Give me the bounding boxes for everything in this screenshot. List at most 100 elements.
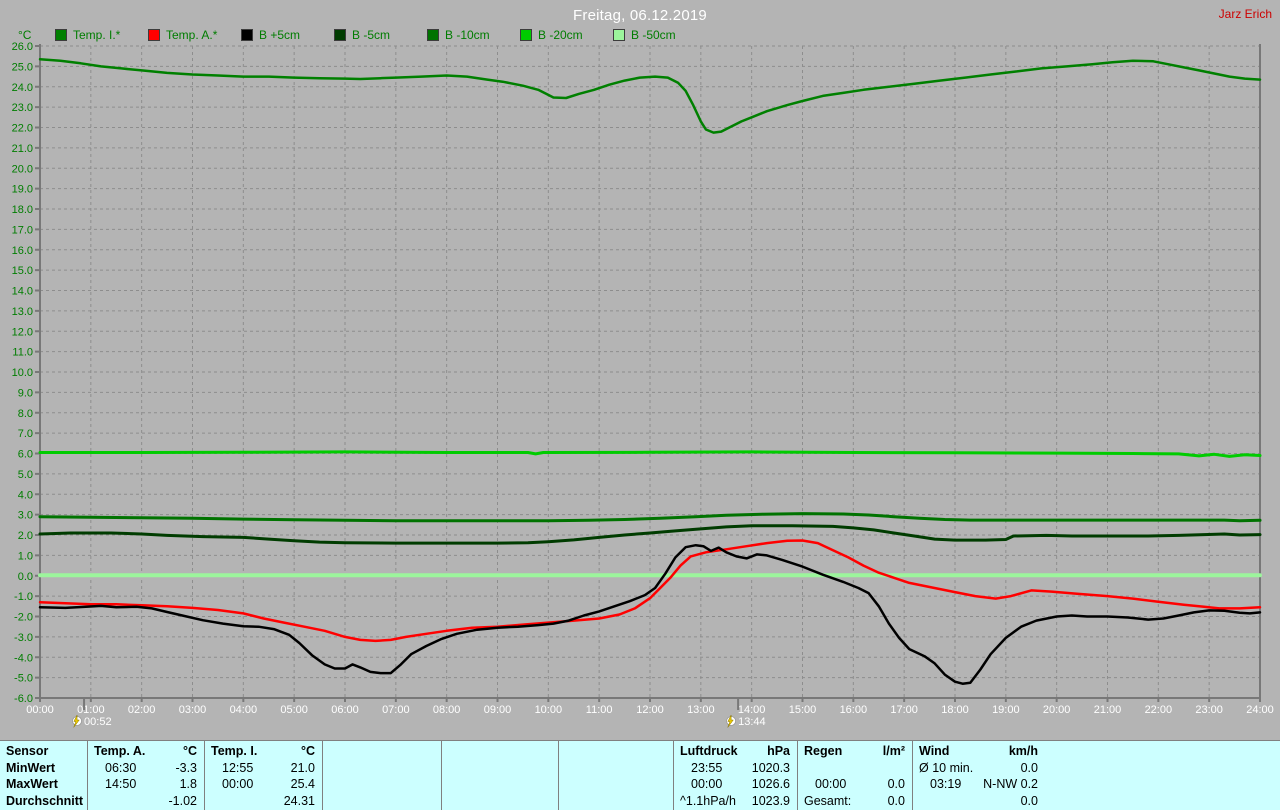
x-tick-label: 24:00 [1246,704,1274,716]
table-column-6: Luftdruck hPa 23:55 1020.3 00:00 1026.6 ^1.1hP… [673,741,797,810]
table-cell-value: -3.3 [175,760,197,775]
table-row: 03:19 N-NW 0.2 [913,776,1045,793]
y-tick-label: 26.0 [12,41,33,53]
table-cell-label: Temp. I. [211,744,258,759]
table-row: Ø 10 min. 0.0 [913,760,1045,777]
table-cell-label: MinWert [6,760,56,775]
table-header-row: Temp. A. °C [88,743,204,760]
table-row [798,760,912,777]
table-cell-label: Regen [804,744,843,759]
table-row: 14:50 1.8 [88,776,204,793]
y-tick-label: 21.0 [12,143,33,155]
y-tick-label: -5.0 [14,673,33,685]
x-tick-label: 18:00 [941,704,969,716]
weather-app-window: Freitag, 06.12.2019 Jarz Erich °C Temp. … [0,0,1280,810]
table-column-7: Regen l/m² 00:00 0.0 Gesamt: 0.0 [797,741,912,810]
table-cell-value: °C [182,744,197,759]
table-header-row: Regen l/m² [798,743,912,760]
table-cell-label: 03:19 [930,777,962,792]
x-tick-label: 23:00 [1195,704,1223,716]
x-tick-label: 02:00 [128,704,156,716]
y-tick-label: 13.0 [12,306,33,318]
y-tick-label: 10.0 [12,367,33,379]
table-header-row: Temp. I. °C [205,743,322,760]
table-cell-value: hPa [767,744,790,759]
table-row: 00:00 25.4 [205,776,322,793]
table-header-row [323,743,441,760]
table-cell-value: 25.4 [290,777,315,792]
table-cell-label: 06:30 [105,760,137,775]
table-cell-label: MaxWert [6,777,58,792]
x-tick-label: 11:00 [586,704,613,716]
table-header-row: Sensor [0,743,87,760]
x-tick-label: 00:00 [26,704,54,716]
table-cell-label: 23:55 [691,760,723,775]
x-tick-label: 06:00 [331,704,359,716]
x-tick-label: 14:00 [738,704,766,716]
x-tick-label: 13:00 [687,704,715,716]
table-cell-label: 12:55 [222,760,254,775]
y-tick-label: 2.0 [18,530,33,542]
x-tick-label: 04:00 [230,704,258,716]
y-tick-label: 0.0 [18,571,33,583]
table-header-row: Wind km/h [913,743,1045,760]
y-tick-label: 5.0 [18,469,33,481]
y-tick-label: 24.0 [12,82,33,94]
table-row: 12:55 21.0 [205,760,322,777]
y-tick-label: -1.0 [14,591,33,603]
table-header-row [442,743,558,760]
y-tick-label: -4.0 [14,652,33,664]
x-tick-label: 12:00 [636,704,664,716]
table-row: 00:00 1026.6 [674,776,797,793]
x-tick-label: 20:00 [1043,704,1071,716]
table-row: 23:55 1020.3 [674,760,797,777]
x-tick-label: 17:00 [890,704,918,716]
table-row: MaxWert [0,776,87,793]
table-row [442,760,558,777]
x-tick-label: 07:00 [382,704,410,716]
table-column-2: Temp. I. °C 12:55 21.0 00:00 25.4 24.31 [204,741,322,810]
table-cell-label: Durchschnitt [6,793,84,808]
y-tick-label: -3.0 [14,632,33,644]
x-tick-label: 21:00 [1094,704,1122,716]
table-row: ^1.1hPa/h 1023.9 [674,793,797,810]
table-cell-value: 1023.9 [751,793,790,808]
table-column-0: Sensor MinWert MaxWert Durchschnitt [0,741,87,810]
table-row: 06:30 -3.3 [88,760,204,777]
x-tick-label: 19:00 [992,704,1020,716]
table-cell-label: 14:50 [105,777,137,792]
table-cell-value: 1026.6 [751,777,790,792]
y-tick-label: -2.0 [14,612,33,624]
table-row: 00:00 0.0 [798,776,912,793]
table-cell-label: Gesamt: [804,793,852,808]
table-column-8: Wind km/h Ø 10 min. 0.0 03:19 N-NW 0.2 0.0 [912,741,1280,810]
event-marker-label: 13:44 [738,716,766,728]
table-row: Durchschnitt [0,793,87,810]
y-tick-label: 14.0 [12,286,33,298]
table-header-row [559,743,673,760]
chart-canvas[interactable]: 26.0 25.0 24.0 23.0 22.0 21.0 20.0 19.0 18.0 17.0… [0,0,1280,740]
table-cell-label: 00:00 [222,777,254,792]
x-tick-label: 22:00 [1145,704,1173,716]
table-cell-value: l/m² [882,744,905,759]
table-cell-label: Ø 10 min. [919,760,974,775]
table-cell-value: 0.0 [1020,793,1038,808]
y-tick-label: 17.0 [12,224,33,236]
table-row [559,776,673,793]
y-tick-label: 22.0 [12,123,33,135]
y-tick-label: 23.0 [12,102,33,114]
table-cell-value: 1.8 [179,777,197,792]
y-tick-label: 18.0 [12,204,33,216]
y-tick-label: 1.0 [18,550,33,562]
table-column-5 [558,741,673,810]
table-row [323,760,441,777]
table-row: MinWert [0,760,87,777]
x-tick-label: 10:00 [535,704,563,716]
y-tick-label: 4.0 [18,489,33,501]
y-tick-label: 6.0 [18,449,33,461]
x-tick-label: 03:00 [179,704,207,716]
table-cell-value: 21.0 [290,760,315,775]
event-marker-label: 00:52 [84,716,112,728]
x-tick-label: 16:00 [840,704,868,716]
table-row [323,793,441,810]
